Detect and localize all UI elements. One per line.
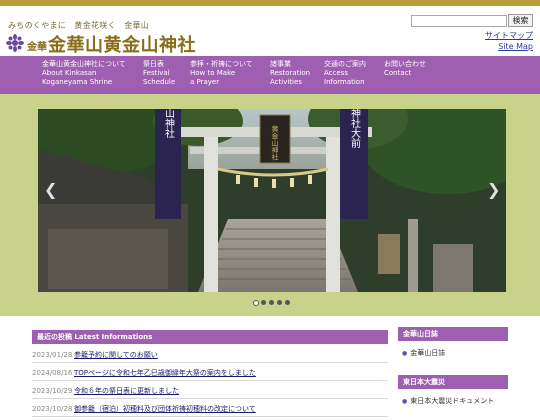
chevron-right-icon: ❯: [487, 180, 501, 199]
news-row: 2024/08/16 TOPページに令和七年乙巳歳御縁年大祭の案内をしました: [32, 366, 388, 381]
search-input[interactable]: [411, 15, 507, 27]
slider-dot[interactable]: [269, 300, 274, 305]
slider-dot[interactable]: [285, 300, 290, 305]
site-logo-title[interactable]: 金華山黄金山神社: [48, 31, 196, 57]
nav-item-restoration[interactable]: 諸事業 Restoration Activities: [270, 60, 310, 87]
nav-label-en: Restoration: [270, 69, 311, 77]
chrysanthemum-crest-icon: [6, 34, 24, 52]
hero-slider[interactable]: 黄金山神社 山神社 山神社大前: [38, 109, 506, 292]
earthquake-link-label: 東日本大震災ドキュメント: [410, 397, 495, 405]
news-row: 2023/01/28 参籠予約に関してのお願い: [32, 348, 388, 363]
nav-label-en: Koganeyama Shrine: [42, 78, 113, 86]
nav-label-en: Activities: [270, 78, 302, 86]
nav-label-en: Festival: [143, 69, 170, 77]
slider-dot[interactable]: [277, 300, 282, 305]
nav-label-en: Access: [324, 69, 348, 77]
news-date: 2023/10/29: [32, 387, 73, 395]
diary-heading: 金華山日誌: [398, 327, 508, 341]
news-row: 2023/10/29 令和６年の祭日表に更新しました: [32, 384, 388, 399]
latest-news-heading: 最近の投稿 Latest Informations: [32, 330, 388, 344]
slider-dot[interactable]: [261, 300, 266, 305]
slider-next-button[interactable]: ❯: [487, 180, 500, 199]
earthquake-document-link[interactable]: ● 東日本大震災ドキュメント: [402, 395, 508, 408]
chevron-left-icon: ❮: [44, 180, 58, 199]
search-button[interactable]: 検索: [508, 14, 533, 27]
top-accent-strip: [0, 0, 540, 6]
diary-link-label: 金華山日誌: [410, 349, 446, 357]
nav-label-ja: 金華山黄金山神社について: [42, 60, 126, 68]
news-row: 2023/10/28 御参籠（宿泊）初穂料及び団体祈祷初穂料の改定について: [32, 402, 388, 417]
shrine-plaque-text: 黄金山神社: [271, 125, 279, 162]
nav-item-festival[interactable]: 祭日表 Festival Schedule: [143, 60, 175, 87]
nav-label-en: Information: [324, 78, 365, 86]
sitemap-link-ja[interactable]: サイトマップ: [485, 30, 533, 41]
nav-label-en: Contact: [384, 69, 412, 77]
slider-dot[interactable]: [253, 300, 259, 306]
nav-label-en: How to Make: [190, 69, 236, 77]
nav-label-ja: 交通のご案内: [324, 60, 366, 68]
sitemap-link-en[interactable]: Site Map: [498, 42, 533, 51]
nav-label-ja: 祭日表: [143, 60, 164, 68]
news-date: 2023/10/28: [32, 405, 73, 413]
nav-item-about[interactable]: 金華山黄金山神社について About Kinkasan Koganeyama S…: [42, 60, 126, 87]
nav-item-access[interactable]: 交通のご案内 Access Information: [324, 60, 366, 87]
nav-item-prayer[interactable]: 参拝・祈祷について How to Make a Prayer: [190, 60, 253, 87]
news-date: 2023/01/28: [32, 351, 73, 359]
news-title-link[interactable]: TOPページに令和七年乙巳歳御縁年大祭の案内をしました: [74, 366, 256, 380]
news-title-link[interactable]: 御参籠（宿泊）初穂料及び団体祈祷初穂料の改定について: [74, 402, 256, 416]
banner-left-text: 山神社: [163, 109, 175, 139]
news-title-link[interactable]: 令和６年の祭日表に更新しました: [74, 384, 179, 398]
earthquake-heading: 東日本大震災: [398, 375, 508, 389]
nav-label-en: About Kinkasan: [42, 69, 97, 77]
news-date: 2024/08/16: [32, 369, 73, 377]
shrine-gate-photo: 黄金山神社 山神社 山神社大前: [38, 109, 506, 292]
nav-label-en: a Prayer: [190, 78, 220, 86]
logo-small-text: 金華: [27, 42, 47, 53]
news-title-link[interactable]: 参籠予約に関してのお願い: [74, 348, 158, 362]
slider-prev-button[interactable]: ❮: [44, 180, 57, 199]
bullet-icon: ●: [402, 350, 408, 357]
nav-label-ja: 諸事業: [270, 60, 291, 68]
nav-item-contact[interactable]: お問い合わせ Contact: [384, 60, 426, 78]
nav-label-ja: 参拝・祈祷について: [190, 60, 253, 68]
site-tagline: みちのくやまに 黄金花咲く 金華山: [8, 21, 150, 30]
banner-right-text: 山神社大前: [349, 109, 361, 149]
diary-link[interactable]: ● 金華山日誌: [402, 347, 508, 360]
nav-label-en: Schedule: [143, 78, 176, 86]
main-navigation: 金華山黄金山神社について About Kinkasan Koganeyama S…: [0, 56, 540, 94]
bullet-icon: ●: [402, 398, 408, 405]
nav-label-ja: お問い合わせ: [384, 60, 426, 68]
